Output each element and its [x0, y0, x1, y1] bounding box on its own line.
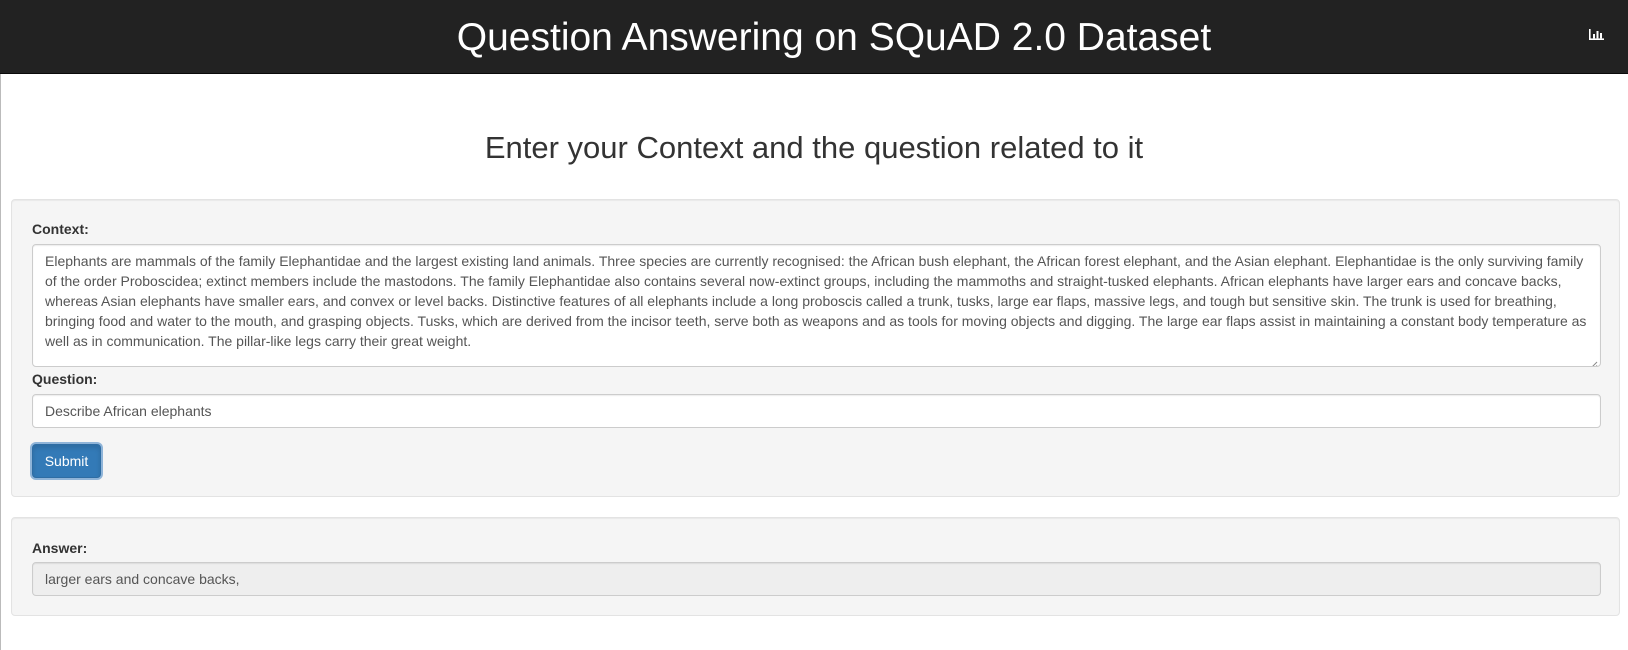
- page: Question Answering on SQuAD 2.0 Dataset …: [0, 0, 1628, 650]
- question-label: Question:: [32, 371, 98, 387]
- context-label: Context:: [32, 221, 89, 237]
- navbar-title: Question Answering on SQuAD 2.0 Dataset: [456, 16, 1212, 59]
- context-text: Elephants are mammals of the family Elep…: [45, 253, 1587, 349]
- answer-label: Answer:: [32, 540, 88, 556]
- page-heading: Enter your Context and the question rela…: [484, 130, 1144, 165]
- submit-button[interactable]: Submit: [32, 444, 101, 478]
- navbar: Question Answering on SQuAD 2.0 Dataset: [0, 0, 1628, 74]
- resize-handle-icon[interactable]: [1589, 355, 1598, 366]
- bar-chart-icon[interactable]: [1588, 26, 1606, 42]
- question-value: Describe African elephants: [45, 403, 212, 419]
- question-input[interactable]: Describe African elephants: [32, 394, 1601, 428]
- context-textarea[interactable]: Elephants are mammals of the family Elep…: [32, 244, 1601, 367]
- question-form: Context: Elephants are mammals of the fa…: [11, 199, 1620, 497]
- answer-panel: Answer: larger ears and concave backs,: [11, 517, 1620, 616]
- answer-field: larger ears and concave backs,: [32, 562, 1601, 596]
- answer-value: larger ears and concave backs,: [45, 571, 240, 587]
